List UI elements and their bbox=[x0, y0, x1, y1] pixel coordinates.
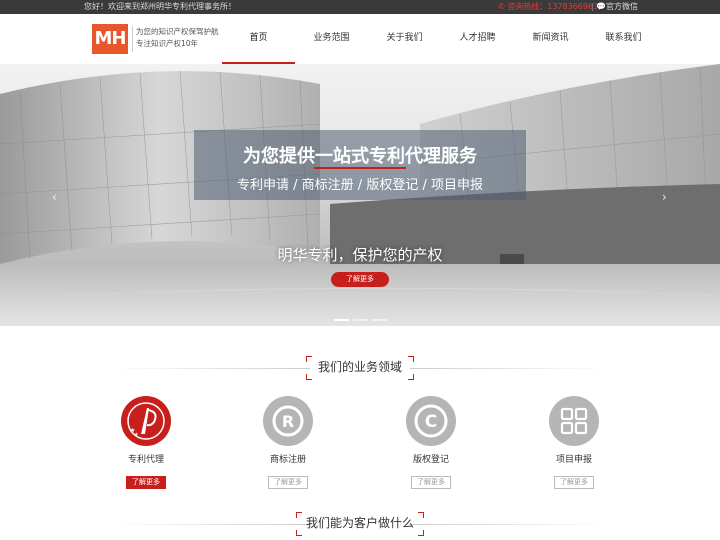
corner-bracket bbox=[306, 374, 312, 380]
corner-bracket bbox=[306, 356, 312, 362]
wechat-label: 官方微信 bbox=[605, 2, 638, 11]
service-copyright[interactable]: C 版权登记 了解更多 bbox=[391, 396, 471, 489]
service-trademark[interactable]: R 商标注册 了解更多 bbox=[248, 396, 328, 489]
slide-dot-2[interactable] bbox=[353, 319, 368, 321]
corner-bracket bbox=[408, 374, 414, 380]
trademark-r-icon: R bbox=[263, 396, 313, 446]
welcome-text: 您好！欢迎来到郑州明华专利代理事务所！ bbox=[84, 2, 236, 11]
chevron-right-icon[interactable]: › bbox=[662, 190, 667, 204]
slide-dot-3[interactable] bbox=[372, 319, 387, 321]
service-project[interactable]: 项目申报 了解更多 bbox=[534, 396, 614, 489]
slide-dot-1[interactable] bbox=[334, 319, 349, 321]
site-logo[interactable]: MH bbox=[92, 24, 128, 54]
nav-item-home[interactable]: 首页 bbox=[222, 14, 295, 64]
banner-subtitle: 专利申请 / 商标注册 / 版权登记 / 项目申报 bbox=[237, 178, 483, 193]
tagline-line2: 专注知识产权10年 bbox=[136, 39, 199, 48]
service-label: 专利代理 bbox=[127, 455, 164, 465]
hotline-number[interactable]: 13783669637 bbox=[547, 2, 603, 11]
nav-item-contact[interactable]: 联系我们 bbox=[587, 14, 660, 64]
nav-item-about[interactable]: 关于我们 bbox=[368, 14, 441, 64]
site-tagline: 为您的知识产权保驾护航 专注知识产权10年 bbox=[136, 26, 219, 50]
grid-icon bbox=[549, 396, 599, 446]
what-we-do-heading-text: 我们能为客户做什么 bbox=[305, 516, 414, 530]
service-label: 商标注册 bbox=[269, 455, 306, 465]
copyright-c-icon: C bbox=[406, 396, 456, 446]
banner-learn-more-button[interactable]: 了解更多 bbox=[331, 272, 389, 287]
service-label: 项目申报 bbox=[555, 455, 592, 465]
slide-indicators bbox=[334, 319, 387, 321]
patent-icon: ★ ★ bbox=[121, 396, 171, 446]
corner-bracket bbox=[418, 512, 424, 518]
tagline-line1: 为您的知识产权保驾护航 bbox=[136, 27, 219, 36]
nav-item-business[interactable]: 业务范围 bbox=[295, 14, 368, 64]
services-heading-text: 我们的业务领域 bbox=[317, 360, 402, 374]
banner-title: 为您提供一站式专利代理服务 bbox=[243, 146, 477, 167]
wechat-icon: 💬 bbox=[596, 2, 606, 11]
service-more-button[interactable]: 了解更多 bbox=[126, 476, 166, 489]
top-bar: 您好！欢迎来到郑州明华专利代理事务所！ ✆ 咨询热线：13783669637 💬… bbox=[0, 0, 720, 14]
logo-divider bbox=[132, 26, 133, 52]
service-more-button[interactable]: 了解更多 bbox=[411, 476, 451, 489]
hotline: ✆ 咨询热线：13783669637 bbox=[498, 0, 603, 14]
corner-bracket bbox=[408, 356, 414, 362]
banner-slogan: 明华专利，保护您的产权 bbox=[277, 246, 443, 264]
site-header: MH 为您的知识产权保驾护航 专注知识产权10年 首页 业务范围 关于我们 人才… bbox=[0, 14, 720, 64]
service-patent[interactable]: ★ ★ 专利代理 了解更多 bbox=[106, 396, 186, 489]
services-heading: 我们的业务领域 bbox=[0, 356, 720, 380]
banner-title-underline bbox=[314, 167, 406, 169]
corner-bracket bbox=[296, 512, 302, 518]
phone-icon: ✆ bbox=[498, 2, 505, 11]
service-label: 版权登记 bbox=[412, 455, 449, 465]
topbar-divider bbox=[592, 3, 593, 11]
svg-text:R: R bbox=[282, 412, 294, 431]
nav-item-news[interactable]: 新闻资讯 bbox=[514, 14, 587, 64]
nav-item-careers[interactable]: 人才招聘 bbox=[441, 14, 514, 64]
svg-text:★: ★ bbox=[134, 432, 139, 438]
corner-bracket bbox=[418, 530, 424, 536]
service-more-button[interactable]: 了解更多 bbox=[268, 476, 308, 489]
corner-bracket bbox=[296, 530, 302, 536]
svg-text:C: C bbox=[425, 412, 437, 432]
wechat-link[interactable]: 💬官方微信 bbox=[596, 0, 638, 14]
main-nav: 首页 业务范围 关于我们 人才招聘 新闻资讯 联系我们 bbox=[222, 14, 660, 64]
chevron-left-icon[interactable]: ‹ bbox=[52, 190, 57, 204]
service-more-button[interactable]: 了解更多 bbox=[554, 476, 594, 489]
hero-banner[interactable]: 为您提供一站式专利代理服务 专利申请 / 商标注册 / 版权登记 / 项目申报 … bbox=[0, 64, 720, 326]
what-we-do-heading: 我们能为客户做什么 bbox=[0, 512, 720, 536]
hotline-label: 咨询热线： bbox=[507, 2, 548, 11]
